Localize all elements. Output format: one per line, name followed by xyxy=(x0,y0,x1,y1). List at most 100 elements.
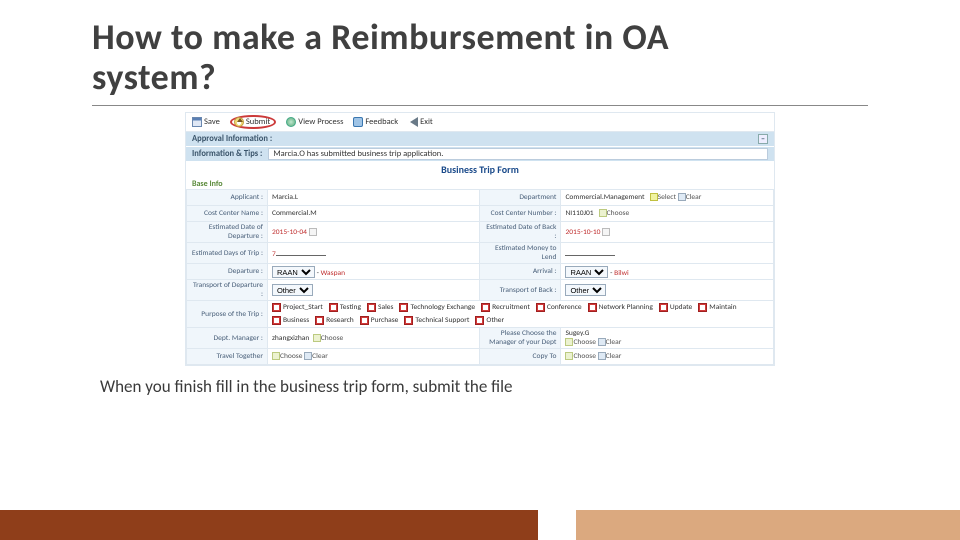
feedback-label: Feedback xyxy=(365,117,398,127)
clear-icon[interactable] xyxy=(598,352,606,360)
checkbox-icon xyxy=(329,303,338,312)
travel-together-cell: Choose Clear xyxy=(267,349,480,365)
submit-button[interactable]: Submit xyxy=(230,115,276,129)
checkbox-icon xyxy=(659,303,668,312)
trans-back-select[interactable]: Other xyxy=(565,284,606,296)
approval-section-header: Approval Information : – xyxy=(186,132,774,146)
choose-action[interactable]: Choose xyxy=(573,352,596,361)
purpose-checkbox[interactable]: Maintain xyxy=(698,303,736,312)
save-button[interactable]: Save xyxy=(192,117,220,127)
purpose-checkbox[interactable]: Sales xyxy=(367,303,393,312)
purpose-label: Technical Support xyxy=(415,316,469,325)
info-tips-value: Marcia.O has submitted business trip app… xyxy=(268,148,768,160)
view-process-label: View Process xyxy=(298,117,343,127)
title-underline xyxy=(92,105,868,106)
departure-city[interactable]: Waspan xyxy=(321,269,345,278)
table-row: Cost Center Name : Commercial.M Cost Cen… xyxy=(187,206,774,222)
dept-mgr-label: Dept. Manager : xyxy=(187,328,268,349)
feedback-button[interactable]: Feedback xyxy=(353,117,398,127)
arrival-cell: RAAN - Bilwi xyxy=(561,264,774,280)
arrival-region-select[interactable]: RAAN xyxy=(565,266,608,278)
purpose-label: Maintain xyxy=(709,303,736,312)
table-row: Travel Together Choose Clear Copy To Cho… xyxy=(187,349,774,365)
checkbox-icon xyxy=(698,303,707,312)
checkbox-icon xyxy=(588,303,597,312)
purpose-checkbox[interactable]: Testing xyxy=(329,303,361,312)
money-cell[interactable] xyxy=(561,243,774,264)
select-icon[interactable] xyxy=(650,193,658,201)
clear-action[interactable]: Clear xyxy=(606,338,622,347)
checkbox-icon xyxy=(367,303,376,312)
clear-action[interactable]: Clear xyxy=(312,352,328,361)
purpose-checkbox[interactable]: Network Planning xyxy=(588,303,653,312)
info-tips-row: Information & Tips : Marcia.O has submit… xyxy=(186,147,774,161)
departure-region-select[interactable]: RAAN xyxy=(272,266,315,278)
purpose-label: Purchase xyxy=(371,316,399,325)
choose-icon[interactable] xyxy=(599,209,607,217)
purpose-label: Sales xyxy=(378,303,393,312)
toolbar: Save Submit View Process Feedback Exit xyxy=(186,113,774,132)
exit-label: Exit xyxy=(420,117,433,127)
title-line-2: system? xyxy=(92,55,216,99)
clear-icon[interactable] xyxy=(304,352,312,360)
table-row: Applicant : Marcia.L Department Commerci… xyxy=(187,190,774,206)
trans-dep-select[interactable]: Other xyxy=(272,284,313,296)
arrival-city[interactable]: Bilwi xyxy=(614,269,629,278)
checkbox-icon xyxy=(272,316,281,325)
dep-date-value[interactable]: 2015-10-04 xyxy=(272,228,307,237)
choose-action[interactable]: Choose xyxy=(573,338,596,347)
purpose-checkbox[interactable]: Project_Start xyxy=(272,303,323,312)
collapse-icon[interactable]: – xyxy=(758,134,768,144)
purpose-checkbox[interactable]: Research xyxy=(315,316,354,325)
purpose-checkbox[interactable]: Technology Exchange xyxy=(399,303,475,312)
purpose-checkbox[interactable]: Purchase xyxy=(360,316,399,325)
department-label: Department xyxy=(480,190,561,206)
purpose-label: Recruitment xyxy=(492,303,530,312)
checkbox-icon xyxy=(481,303,490,312)
purpose-label: Purpose of the Trip : xyxy=(187,301,268,328)
purpose-label: Testing xyxy=(340,303,361,312)
view-process-button[interactable]: View Process xyxy=(286,117,343,127)
choose-icon[interactable] xyxy=(272,352,280,360)
title-line-1: How to make a Reimbursement in OA xyxy=(92,15,669,59)
ccnum-label: Cost Center Number : xyxy=(480,206,561,222)
choose-action[interactable]: Choose xyxy=(321,334,344,343)
purpose-label: Update xyxy=(670,303,692,312)
checkbox-icon xyxy=(360,316,369,325)
clear-icon[interactable] xyxy=(598,338,606,346)
applicant-value: Marcia.L xyxy=(267,190,480,206)
save-icon xyxy=(192,117,202,127)
date-picker-icon[interactable] xyxy=(602,228,610,236)
ccname-label: Cost Center Name : xyxy=(187,206,268,222)
copy-to-label: Copy To xyxy=(480,349,561,365)
purpose-checkbox[interactable]: Business xyxy=(272,316,309,325)
base-info-heading: Base Info xyxy=(186,177,774,189)
checkbox-icon xyxy=(399,303,408,312)
trans-back-label: Transport of Back : xyxy=(480,280,561,301)
choose-action[interactable]: Choose xyxy=(280,352,303,361)
clear-action[interactable]: Clear xyxy=(686,193,702,202)
choose-action[interactable]: Choose xyxy=(607,209,630,218)
purpose-checkbox[interactable]: Recruitment xyxy=(481,303,530,312)
departure-label: Departure : xyxy=(187,264,268,280)
date-picker-icon[interactable] xyxy=(309,228,317,236)
purpose-label: Technology Exchange xyxy=(410,303,475,312)
dep-date-cell: 2015-10-04 xyxy=(267,222,480,243)
choose-icon[interactable] xyxy=(313,334,321,342)
select-action[interactable]: Select xyxy=(658,193,676,202)
table-row: Dept. Manager : zhangxizhan Choose Pleas… xyxy=(187,328,774,349)
purpose-checkbox[interactable]: Technical Support xyxy=(404,316,469,325)
clear-action[interactable]: Clear xyxy=(606,352,622,361)
checkbox-icon xyxy=(536,303,545,312)
back-date-value[interactable]: 2015-10-10 xyxy=(565,228,600,237)
exit-button[interactable]: Exit xyxy=(408,117,433,127)
purpose-checkbox[interactable]: Update xyxy=(659,303,692,312)
table-row: Estimated Date of Departure : 2015-10-04… xyxy=(187,222,774,243)
purpose-label: Other xyxy=(486,316,504,325)
clear-icon[interactable] xyxy=(678,193,686,201)
purpose-checkbox[interactable]: Other xyxy=(475,316,504,325)
dept-mgr-cell: zhangxizhan Choose xyxy=(267,328,480,349)
dept-mgr-value: zhangxizhan xyxy=(272,334,309,343)
trans-dep-label: Transport of Departure : xyxy=(187,280,268,301)
purpose-checkbox[interactable]: Conference xyxy=(536,303,582,312)
